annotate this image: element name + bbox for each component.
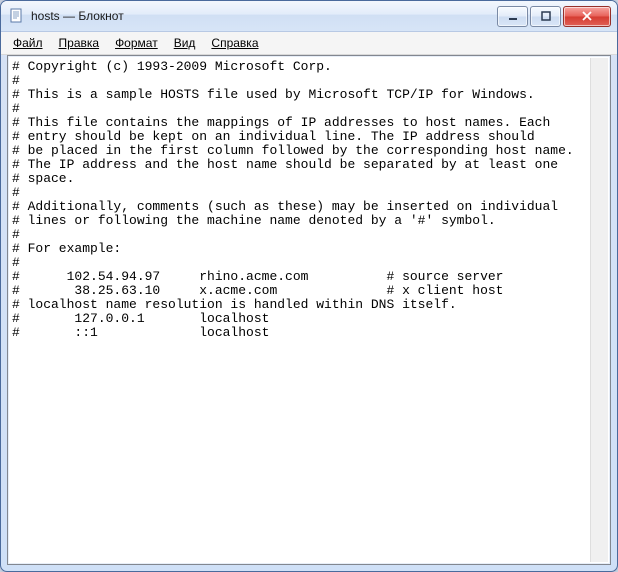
window-controls (497, 6, 611, 27)
menu-view[interactable]: Вид (166, 34, 204, 52)
menu-format[interactable]: Формат (107, 34, 166, 52)
window-title: hosts — Блокнот (31, 9, 497, 23)
menu-help[interactable]: Справка (203, 34, 266, 52)
vertical-scrollbar[interactable] (590, 58, 608, 562)
notepad-icon (9, 8, 25, 24)
maximize-button[interactable] (530, 6, 561, 27)
menu-edit[interactable]: Правка (51, 34, 108, 52)
close-button[interactable] (563, 6, 611, 27)
minimize-button[interactable] (497, 6, 528, 27)
titlebar[interactable]: hosts — Блокнот (1, 1, 617, 32)
menubar: Файл Правка Формат Вид Справка (1, 32, 617, 55)
text-editor[interactable]: # Copyright (c) 1993-2009 Microsoft Corp… (10, 58, 608, 562)
notepad-window: hosts — Блокнот Файл Правка Формат Вид С… (0, 0, 618, 572)
editor-frame: # Copyright (c) 1993-2009 Microsoft Corp… (7, 55, 611, 565)
menu-file[interactable]: Файл (5, 34, 51, 52)
